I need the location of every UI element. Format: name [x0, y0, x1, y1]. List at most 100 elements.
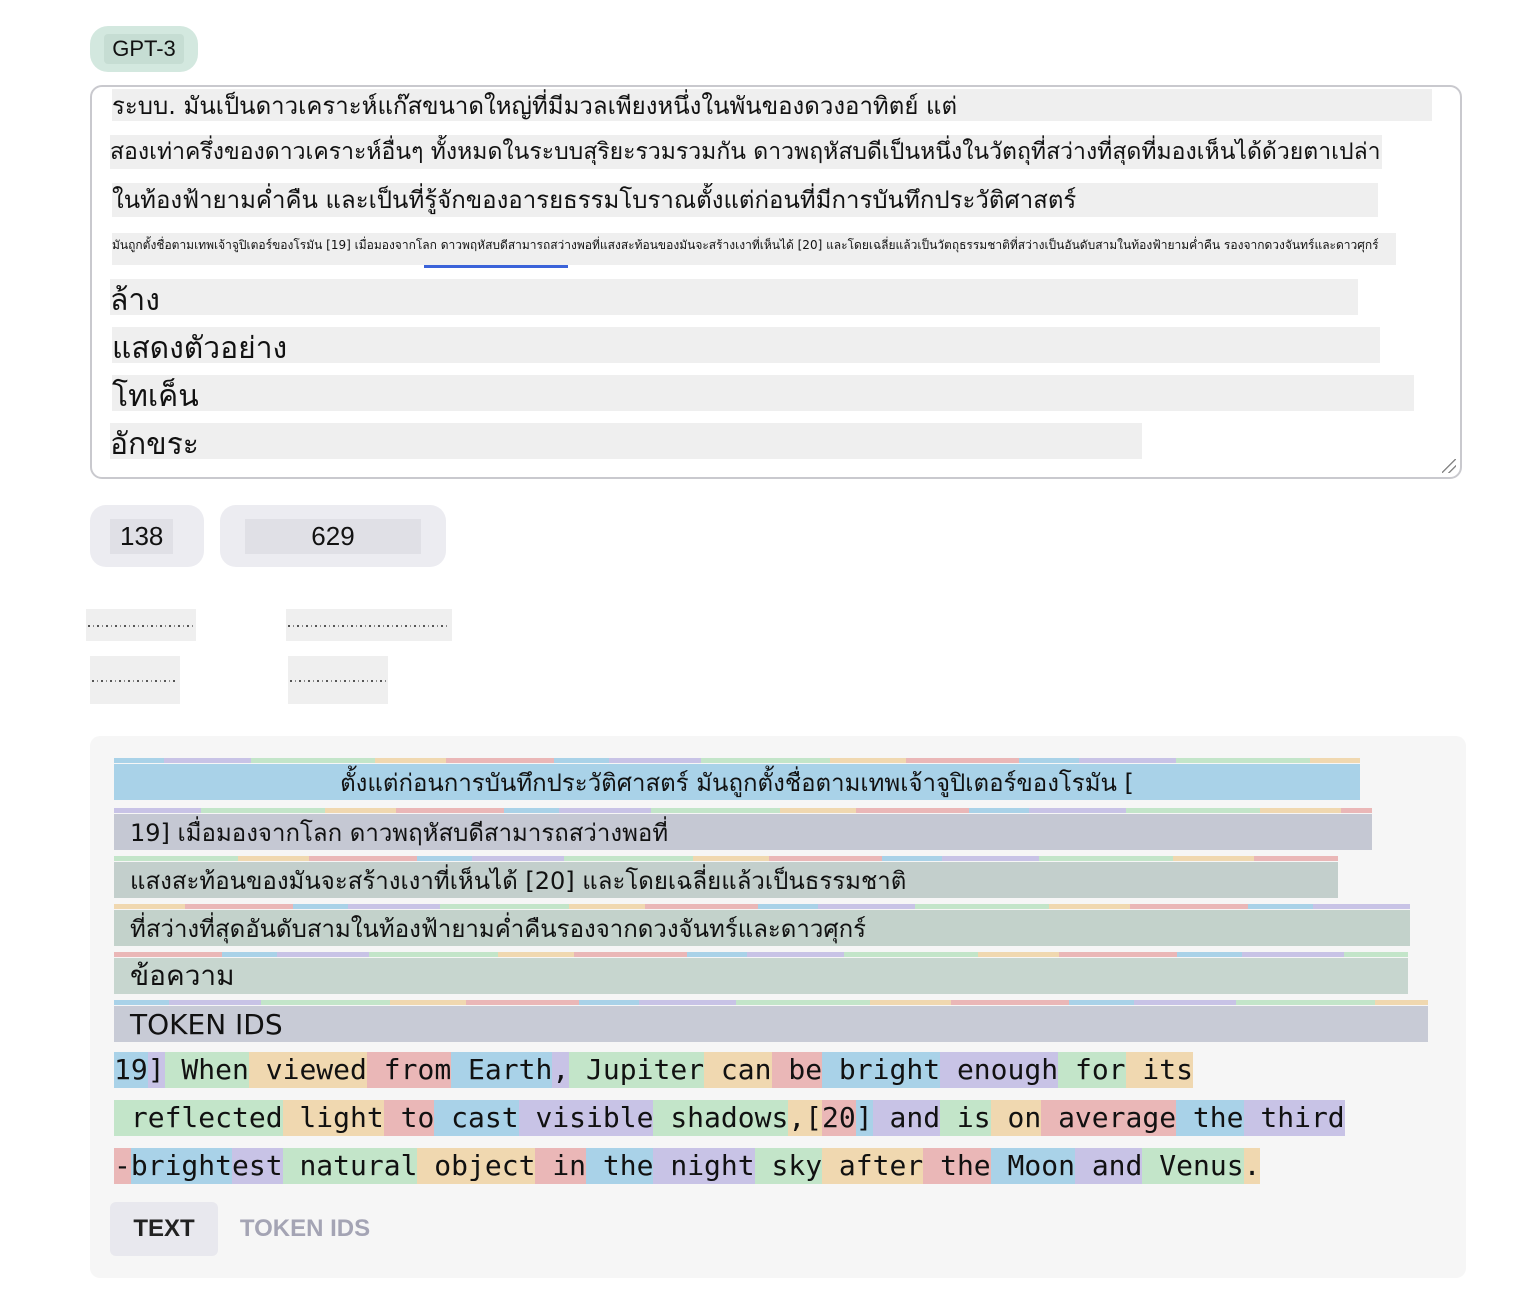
character-count: 629: [245, 518, 421, 554]
token-chip: and: [872, 1100, 941, 1136]
token-stripe: [1313, 904, 1410, 909]
token-stripe: [1254, 856, 1338, 861]
token-chip: Venus: [1142, 1148, 1244, 1184]
token-stripe: [1344, 952, 1408, 957]
token-chip: the: [1176, 1100, 1244, 1136]
textarea-line: ในท้องฟ้ายามค่ำคืน และเป็นที่รู้จักของอา…: [112, 183, 1378, 217]
token-chip: to: [383, 1100, 435, 1136]
token-stripe: [639, 1000, 736, 1005]
token-stripe: [261, 1000, 390, 1005]
token-row: ตั้งแต่ก่อนการบันทึกประวัติศาสตร์ มันถูก…: [114, 764, 1360, 800]
token-chip: .: [1243, 1148, 1261, 1184]
token-chip: -: [114, 1148, 131, 1184]
token-stripe: [1049, 904, 1130, 909]
tab-token-ids[interactable]: TOKEN IDS: [236, 1202, 374, 1256]
preview-thumbnail: [90, 656, 180, 704]
token-stripe: [1177, 952, 1242, 957]
token-stripe: [1126, 808, 1260, 813]
token-stripe: [1375, 1000, 1428, 1005]
token-chip: Moon: [990, 1148, 1075, 1184]
model-label: GPT-3: [104, 34, 184, 64]
token-stripe: [844, 952, 978, 957]
token-chip: third: [1243, 1100, 1345, 1136]
token-stripe: [969, 808, 1029, 813]
token-count: 138: [110, 518, 174, 554]
token-chip: from: [366, 1052, 452, 1088]
token-stripe: [951, 1000, 1069, 1005]
show-example-label[interactable]: แสดงตัวอย่าง: [112, 327, 1380, 363]
token-stripe: [1173, 856, 1254, 861]
token-stripe: [1310, 758, 1360, 763]
character-count-box: 629: [220, 505, 446, 567]
model-selector[interactable]: GPT-3: [90, 26, 198, 72]
token-chip: object: [417, 1148, 536, 1184]
token-chip: on: [990, 1100, 1042, 1136]
resize-handle[interactable]: [1442, 459, 1456, 473]
token-chip: average: [1041, 1100, 1177, 1136]
textarea-line: สองเท่าครึ่งของดาวเคราะห์อื่นๆ ทั้งหมดใน…: [110, 135, 1382, 169]
token-row: 19] เมื่อมองจากโลก ดาวพฤหัสบดีสามารถสว่า…: [114, 814, 1372, 850]
token-stripe: [978, 952, 1059, 957]
english-token-row: 19] When viewed from Earth, Jupiter can …: [114, 1052, 1193, 1088]
token-stripe: [1260, 808, 1341, 813]
token-chip: est: [232, 1148, 283, 1184]
token-chip: ]: [855, 1100, 873, 1136]
token-stripe: [1029, 808, 1126, 813]
token-stripe: [1236, 1000, 1375, 1005]
token-chip: for: [1058, 1052, 1126, 1088]
token-count-box: 138: [90, 505, 204, 567]
token-row: ข้อความ: [114, 958, 1408, 994]
tab-text[interactable]: TEXT: [110, 1202, 218, 1256]
token-stripe: [164, 758, 251, 763]
preview-thumbnail: [86, 609, 196, 641]
token-stripe: [1242, 952, 1344, 957]
token-stripe: [1341, 808, 1372, 813]
token-chip: ,: [552, 1052, 570, 1088]
token-chip: 20: [822, 1100, 856, 1136]
textarea-line: ระบบ. มันเป็นดาวเคราะห์แก๊สขนาดใหญ่ที่มี…: [112, 89, 1432, 121]
token-chip: ]: [147, 1052, 165, 1088]
token-chip: When: [164, 1052, 249, 1088]
token-stripe: [169, 1000, 261, 1005]
token-stripe: [1039, 856, 1173, 861]
tokens-label: โทเค็น: [112, 375, 1414, 411]
token-stripe: [747, 952, 844, 957]
token-chip: natural: [282, 1148, 418, 1184]
preview-thumbnail: [286, 609, 452, 641]
token-chip: viewed: [248, 1052, 367, 1088]
token-chip: night: [653, 1148, 755, 1184]
token-stripe: [651, 808, 780, 813]
token-chip: Earth: [451, 1052, 553, 1088]
token-chip: 19: [114, 1052, 148, 1088]
token-chip: be: [771, 1052, 823, 1088]
token-stripe: [1059, 952, 1177, 957]
token-stripe: [870, 1000, 951, 1005]
token-stripe: [942, 856, 1039, 861]
textarea-line: มันถูกตั้งชื่อตามเทพเจ้าจูปิเตอร์ของโรมั…: [112, 233, 1396, 265]
token-stripe: [466, 1000, 579, 1005]
token-stripe: [856, 808, 969, 813]
token-chip: is: [940, 1100, 991, 1136]
english-token-row: reflected light to cast visible shadows,…: [114, 1100, 1345, 1136]
token-stripe: [1069, 1000, 1134, 1005]
english-token-row: -brightest natural object in the night s…: [114, 1148, 1261, 1184]
token-chip: Jupiter: [569, 1052, 705, 1088]
token-stripe: [114, 1000, 169, 1005]
token-chip: and: [1074, 1148, 1143, 1184]
token-stripe: [498, 952, 574, 957]
token-chip: the: [923, 1148, 991, 1184]
token-row: แสงสะท้อนของมันจะสร้างเงาที่เห็นได้ [20]…: [114, 862, 1338, 898]
token-stripe: [579, 1000, 639, 1005]
token-stripe: [1130, 904, 1248, 909]
token-chip: after: [822, 1148, 924, 1184]
clear-label[interactable]: ล้าง: [110, 279, 1358, 315]
token-stripe: [780, 808, 856, 813]
token-row: ที่สว่างที่สุดอันดับสามในท้องฟ้ายามค่ำคื…: [114, 910, 1410, 946]
token-stripe: [390, 1000, 466, 1005]
token-chip: shadows: [653, 1100, 789, 1136]
token-chip: bright: [130, 1148, 233, 1184]
token-chip: ,[: [788, 1100, 823, 1136]
text-input-area[interactable]: ระบบ. มันเป็นดาวเคราะห์แก๊สขนาดใหญ่ที่มี…: [90, 85, 1462, 479]
token-chip: enough: [940, 1052, 1059, 1088]
token-chip: bright: [822, 1052, 941, 1088]
